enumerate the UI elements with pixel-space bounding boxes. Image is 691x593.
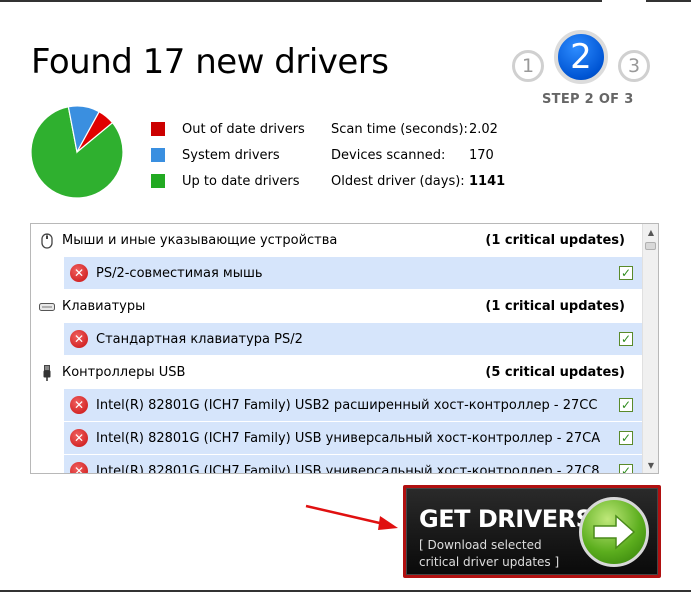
stat-label: Scan time (seconds):	[331, 121, 468, 137]
stat-label: Devices scanned:	[331, 147, 446, 163]
stat-value: 1141	[469, 173, 506, 189]
error-icon: ✕	[70, 396, 88, 414]
stat-label: Oldest driver (days):	[331, 173, 465, 189]
red-arrow-annotation-icon	[305, 504, 398, 530]
legend-swatch-red	[151, 122, 165, 136]
stat-devices-scanned: Devices scanned: 170	[331, 142, 505, 168]
category-name: Мыши и иные указывающие устройства	[62, 233, 338, 248]
category-name: Клавиатуры	[62, 299, 146, 314]
step-2-circle: 2	[554, 30, 608, 84]
driver-checkbox[interactable]: ✓	[619, 398, 633, 412]
stat-value: 170	[469, 147, 494, 163]
bottom-border	[0, 590, 691, 592]
stat-scan-time: Scan time (seconds): 2.02	[331, 116, 505, 142]
step-1-circle: 1	[512, 50, 544, 82]
driver-checkbox[interactable]: ✓	[619, 266, 633, 280]
top-border	[0, 0, 602, 2]
get-drivers-title: GET DRIVERS	[419, 505, 593, 533]
driver-list[interactable]: Мыши и иные указывающие устройства (1 cr…	[30, 223, 659, 474]
error-icon: ✕	[70, 462, 88, 473]
driver-row[interactable]: ✕ PS/2-совместимая мышь ✓	[64, 257, 643, 290]
legend-item-out-of-date: Out of date drivers	[151, 116, 305, 142]
scroll-down-arrow-icon[interactable]: ▼	[643, 457, 658, 473]
keyboard-icon	[38, 298, 56, 316]
driver-list-content: Мыши и иные указывающие устройства (1 cr…	[31, 224, 643, 474]
legend-label: System drivers	[182, 147, 280, 163]
legend-item-system: System drivers	[151, 142, 305, 168]
list-scrollbar[interactable]: ▲ ▼	[642, 224, 658, 473]
get-drivers-sub-line1: [ Download selected	[419, 538, 542, 552]
scrollbar-thumb[interactable]	[645, 242, 656, 250]
category-name: Контроллеры USB	[62, 365, 186, 380]
legend-item-up-to-date: Up to date drivers	[151, 168, 305, 194]
error-icon: ✕	[70, 264, 88, 282]
driver-name: PS/2-совместимая мышь	[96, 265, 263, 281]
driver-row[interactable]: ✕ Intel(R) 82801G (ICH7 Family) USB унив…	[64, 455, 643, 474]
stat-oldest-driver: Oldest driver (days): 1141	[331, 168, 505, 194]
step-3-circle: 3	[618, 50, 650, 82]
driver-checkbox[interactable]: ✓	[619, 464, 633, 473]
legend-swatch-blue	[151, 148, 165, 162]
scroll-up-arrow-icon[interactable]: ▲	[643, 224, 658, 240]
go-arrow-icon	[579, 497, 649, 567]
driver-checkbox[interactable]: ✓	[619, 431, 633, 445]
step-label: STEP 2 OF 3	[542, 92, 634, 107]
stat-value: 2.02	[469, 121, 498, 137]
driver-name: Стандартная клавиатура PS/2	[96, 331, 303, 347]
get-drivers-sub-line2: critical driver updates ]	[419, 555, 560, 569]
scan-stats: Scan time (seconds): 2.02 Devices scanne…	[331, 116, 505, 194]
legend-label: Out of date drivers	[182, 121, 305, 137]
driver-name: Intel(R) 82801G (ICH7 Family) USB2 расши…	[96, 397, 598, 413]
page-title: Found 17 new drivers	[31, 42, 389, 82]
driver-name: Intel(R) 82801G (ICH7 Family) USB универ…	[96, 463, 600, 474]
legend-swatch-green	[151, 174, 165, 188]
error-icon: ✕	[70, 429, 88, 447]
pie-legend: Out of date drivers System drivers Up to…	[151, 116, 305, 194]
category-count: (5 critical updates)	[485, 365, 625, 380]
driver-pie-chart	[30, 105, 124, 199]
driver-row[interactable]: ✕ Стандартная клавиатура PS/2 ✓	[64, 323, 643, 356]
error-icon: ✕	[70, 330, 88, 348]
get-drivers-subtitle: [ Download selected critical driver upda…	[419, 537, 559, 571]
driver-name: Intel(R) 82801G (ICH7 Family) USB универ…	[96, 430, 601, 446]
get-drivers-button-inner: GET DRIVERS [ Download selected critical…	[406, 488, 658, 575]
driver-row[interactable]: ✕ Intel(R) 82801G (ICH7 Family) USB унив…	[64, 422, 643, 455]
top-border-right	[646, 0, 691, 2]
category-row-usb[interactable]: Контроллеры USB (5 critical updates)	[31, 356, 643, 389]
step-indicator: 1 2 3 STEP 2 OF 3	[510, 30, 655, 110]
category-count: (1 critical updates)	[485, 299, 625, 314]
category-row-keyboards[interactable]: Клавиатуры (1 critical updates)	[31, 290, 643, 323]
mouse-icon	[38, 232, 56, 250]
driver-row[interactable]: ✕ Intel(R) 82801G (ICH7 Family) USB2 рас…	[64, 389, 643, 422]
get-drivers-button[interactable]: GET DRIVERS [ Download selected critical…	[403, 485, 661, 578]
category-row-mice[interactable]: Мыши и иные указывающие устройства (1 cr…	[31, 224, 643, 257]
legend-label: Up to date drivers	[182, 173, 300, 189]
driver-checkbox[interactable]: ✓	[619, 332, 633, 346]
usb-icon	[38, 364, 56, 382]
category-count: (1 critical updates)	[485, 233, 625, 248]
